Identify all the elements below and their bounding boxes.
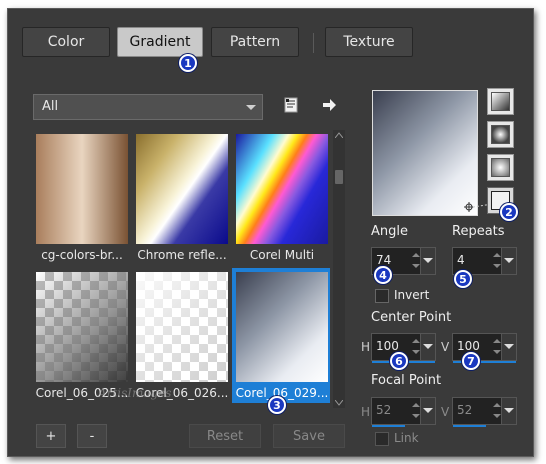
gradient-thumbnail-grid: cg-colors-br... Chrome refle... Corel Mu… [32, 130, 330, 408]
tab-pattern[interactable]: Pattern [211, 27, 299, 57]
gradient-thumb-corel-06-025[interactable]: Corel_06_025... [32, 268, 130, 403]
gradient-thumb-caption: cg-colors-br... [41, 248, 123, 262]
gradient-thumb-corel-multi[interactable]: Corel Multi [232, 130, 330, 265]
repeats-value: 4 [457, 253, 465, 267]
step-badge-2: 2 [500, 203, 518, 221]
gradient-thumb-corel-06-026[interactable]: Corel_06_026... [132, 268, 230, 403]
center-point-label: Center Point [371, 310, 452, 325]
invert-checkbox[interactable] [375, 289, 389, 303]
focal-h-spinbox[interactable]: 52 [371, 397, 436, 427]
angle-value: 74 [376, 253, 392, 267]
angle-label: Angle [371, 224, 408, 239]
center-v-dropdown-button[interactable] [501, 334, 516, 360]
focal-v-dropdown-button[interactable] [501, 398, 516, 424]
repeats-dropdown-button[interactable] [501, 248, 516, 274]
focal-v-slider-bar[interactable] [453, 425, 486, 427]
gradient-preview-image [136, 272, 228, 382]
sunburst-style-button[interactable] [487, 154, 514, 181]
link-checkbox[interactable] [375, 432, 389, 446]
center-h-dropdown-button[interactable] [420, 334, 435, 360]
focal-point-label: Focal Point [371, 373, 442, 388]
remove-gradient-button[interactable]: - [77, 424, 107, 448]
center-v-value: 100 [457, 339, 480, 353]
step-badge-5: 5 [454, 270, 472, 288]
category-dropdown[interactable]: All [33, 94, 263, 120]
sunburst-gradient-icon [491, 158, 510, 177]
gradient-preview[interactable] [372, 90, 478, 216]
center-h-value: 100 [376, 339, 399, 353]
focal-h-slider-bar[interactable] [372, 425, 405, 427]
step-badge-7: 7 [462, 352, 480, 370]
tab-pattern-label: Pattern [229, 34, 281, 50]
gradient-preview-image [236, 134, 328, 244]
tab-color-label: Color [47, 34, 85, 50]
gradient-thumb-caption: Chrome refle... [137, 248, 227, 262]
focal-h-label: H [361, 405, 371, 419]
rectangular-gradient-icon [491, 125, 510, 144]
linear-gradient-icon [491, 92, 510, 111]
tab-separator [313, 33, 314, 53]
scrollbar-thumb[interactable] [335, 170, 343, 184]
arrow-right-icon[interactable] [318, 94, 340, 116]
link-label: Link [394, 431, 419, 445]
focal-v-label: V [441, 405, 450, 419]
remove-label: - [89, 428, 95, 444]
tab-texture[interactable]: Texture [325, 27, 413, 57]
thumbnail-scrollbar[interactable] [333, 130, 345, 408]
gradient-preview-image [36, 272, 128, 382]
gradient-preview-image [36, 134, 128, 244]
watermark-logo: ArtisImages [98, 386, 172, 400]
focal-h-dropdown-button[interactable] [420, 398, 435, 424]
step-badge-4: 4 [374, 266, 392, 284]
repeats-label: Repeats [452, 224, 505, 239]
gradient-thumb-corel-06-029[interactable]: Corel_06_029... [232, 268, 330, 403]
gradient-preview-image [136, 134, 228, 244]
category-dropdown-value: All [42, 99, 59, 114]
add-label: + [45, 428, 57, 444]
gradient-thumb-cg-colors-brown[interactable]: cg-colors-br... [32, 130, 130, 265]
reset-button[interactable]: Reset [189, 424, 261, 448]
reset-label: Reset [206, 428, 244, 444]
step-badge-3: 3 [268, 396, 286, 414]
center-v-label: V [441, 340, 450, 354]
focal-v-spinbox[interactable]: 52 [452, 397, 517, 427]
tab-texture-label: Texture [343, 34, 395, 50]
file-info-icon[interactable] [280, 94, 302, 116]
save-label: Save [293, 428, 325, 444]
tab-gradient[interactable]: Gradient [117, 27, 203, 57]
angle-dropdown-button[interactable] [420, 248, 435, 274]
tab-gradient-label: Gradient [129, 34, 191, 50]
tab-color[interactable]: Color [22, 27, 110, 57]
gradient-thumb-caption: Corel Multi [249, 248, 315, 262]
step-badge-6: 6 [390, 352, 408, 370]
gradient-preview-image [236, 272, 328, 382]
linear-style-button[interactable] [487, 88, 514, 115]
focal-v-value: 52 [457, 403, 473, 417]
focal-h-value: 52 [376, 403, 392, 417]
step-badge-1: 1 [179, 54, 197, 72]
center-h-label: H [361, 340, 371, 354]
add-gradient-button[interactable]: + [36, 424, 66, 448]
gradient-thumb-chrome-reflection[interactable]: Chrome refle... [132, 130, 230, 265]
rectangular-style-button[interactable] [487, 121, 514, 148]
invert-label: Invert [394, 288, 430, 302]
chevron-down-icon [246, 105, 256, 110]
save-button[interactable]: Save [273, 424, 345, 448]
